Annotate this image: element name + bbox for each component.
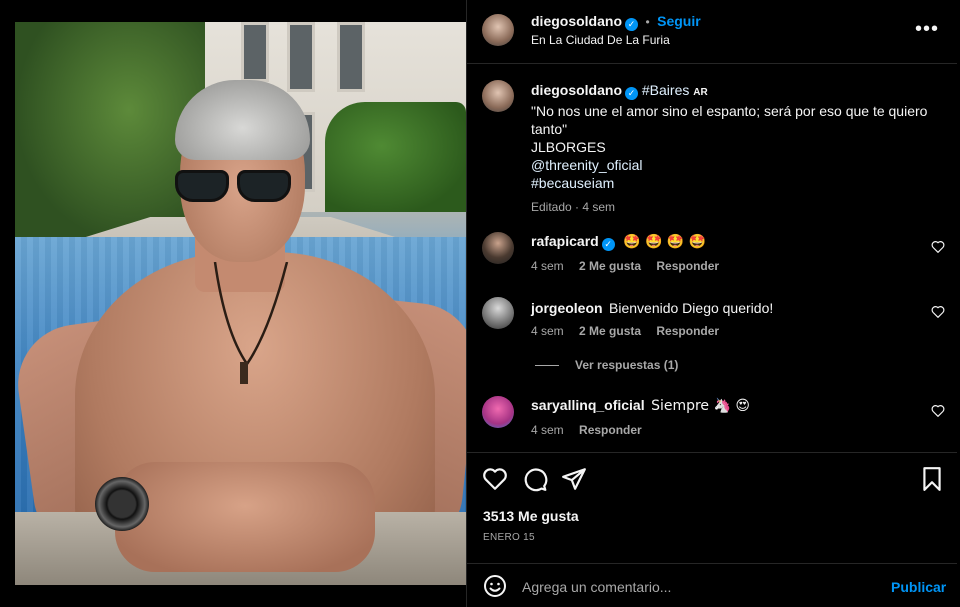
caption-meta: Editado · 4 sem — [531, 200, 616, 214]
view-replies-button[interactable]: Ver respuestas (1) — [575, 358, 678, 372]
author-username[interactable]: diegosoldano — [531, 13, 622, 29]
emoji-smiley-icon[interactable] — [483, 574, 507, 598]
comment-username[interactable]: rafapicard — [531, 233, 599, 249]
bookmark-icon[interactable] — [919, 466, 945, 492]
comment-meta: 4 sem 2 Me gusta Responder — [531, 324, 719, 338]
photo-window — [241, 22, 269, 82]
comment-username[interactable]: saryallinq_oficial — [531, 397, 645, 413]
comment-text: 🤩 🤩 🤩 🤩 — [623, 234, 707, 250]
post-photo[interactable] — [15, 22, 466, 585]
action-bar-divider — [467, 452, 957, 453]
photo-hands — [115, 462, 375, 572]
photo-hedge — [325, 102, 466, 212]
comment-meta: 4 sem 2 Me gusta Responder — [531, 259, 719, 273]
comment-time: 4 sem — [531, 423, 564, 437]
comment: saryallinq_oficial Siempre 🦄 😍 — [531, 397, 750, 415]
follow-button[interactable]: Seguir — [657, 13, 701, 29]
comment: rafapicard ✓ 🤩 🤩 🤩 🤩 — [531, 233, 706, 251]
photo-window — [337, 22, 365, 92]
verified-icon: ✓ — [601, 238, 615, 251]
post-sidebar: diegosoldano ✓ • Seguir En La Ciudad De L… — [466, 0, 957, 607]
comment-text: Bienvenido Diego querido! — [609, 300, 774, 316]
comment-like-heart-icon[interactable] — [931, 305, 945, 318]
share-send-icon[interactable] — [561, 466, 587, 492]
comment-like-heart-icon[interactable] — [931, 404, 945, 417]
caption: diegosoldano ✓ #Baires AR "No nos une el … — [531, 81, 941, 216]
comment-likes[interactable]: 2 Me gusta — [579, 324, 641, 338]
photo-watch — [95, 477, 149, 531]
replies-line — [535, 365, 559, 366]
more-horizontal-icon[interactable]: ••• — [915, 18, 939, 41]
publish-button[interactable]: Publicar — [891, 579, 946, 595]
caption-username[interactable]: diegosoldano — [531, 82, 622, 98]
caption-line: "No nos une el amor sino el espanto; ser… — [531, 103, 928, 119]
caption-line: tanto" — [531, 121, 568, 137]
like-count[interactable]: 3513 Me gusta — [483, 508, 579, 524]
post-header: diegosoldano ✓ • Seguir En La Ciudad De L… — [467, 0, 957, 64]
caption-avatar[interactable] — [482, 80, 514, 112]
comment-input-divider — [467, 563, 957, 564]
verified-icon: ✓ — [625, 18, 638, 31]
instagram-post-modal: diegosoldano ✓ • Seguir En La Ciudad De L… — [0, 0, 960, 607]
comment-meta: 4 sem Responder — [531, 423, 642, 437]
comment: jorgeoleon Bienvenido Diego querido! — [531, 299, 773, 318]
like-heart-icon[interactable] — [482, 466, 508, 492]
country-flag-label: AR — [693, 87, 708, 98]
author-avatar[interactable] — [482, 14, 514, 46]
post-location[interactable]: En La Ciudad De La Furia — [531, 33, 670, 47]
caption-line: JLBORGES — [531, 139, 606, 155]
comment-username[interactable]: jorgeoleon — [531, 300, 603, 316]
reply-button[interactable]: Responder — [579, 423, 642, 437]
author-row: diegosoldano ✓ • Seguir — [531, 13, 701, 31]
caption-hashtag-link[interactable]: #Baires — [642, 82, 689, 98]
comment-avatar[interactable] — [482, 232, 514, 264]
post-date: ENERO 15 — [483, 532, 535, 543]
reply-button[interactable]: Responder — [656, 324, 719, 338]
comment-time: 4 sem — [531, 259, 564, 273]
comment-avatar[interactable] — [482, 297, 514, 329]
verified-icon: ✓ — [625, 87, 638, 100]
photo-necklace — [213, 262, 289, 367]
photo-sunglasses — [175, 170, 295, 204]
comment-time: 4 sem — [531, 324, 564, 338]
separator-dot: • — [645, 15, 650, 29]
comment-avatar[interactable] — [482, 396, 514, 428]
comment-likes[interactable]: 2 Me gusta — [579, 259, 641, 273]
comment-like-heart-icon[interactable] — [931, 240, 945, 253]
caption-hashtag-link[interactable]: #becauseiam — [531, 174, 941, 192]
photo-window — [287, 22, 315, 92]
comment-input[interactable]: Agrega un comentario... — [522, 579, 671, 595]
reply-button[interactable]: Responder — [656, 259, 719, 273]
photo-pendant — [240, 362, 248, 384]
caption-mention-link[interactable]: @threenity_oficial — [531, 156, 941, 174]
comment-text: Siempre 🦄 😍 — [651, 398, 750, 414]
comment-bubble-icon[interactable] — [522, 466, 548, 492]
